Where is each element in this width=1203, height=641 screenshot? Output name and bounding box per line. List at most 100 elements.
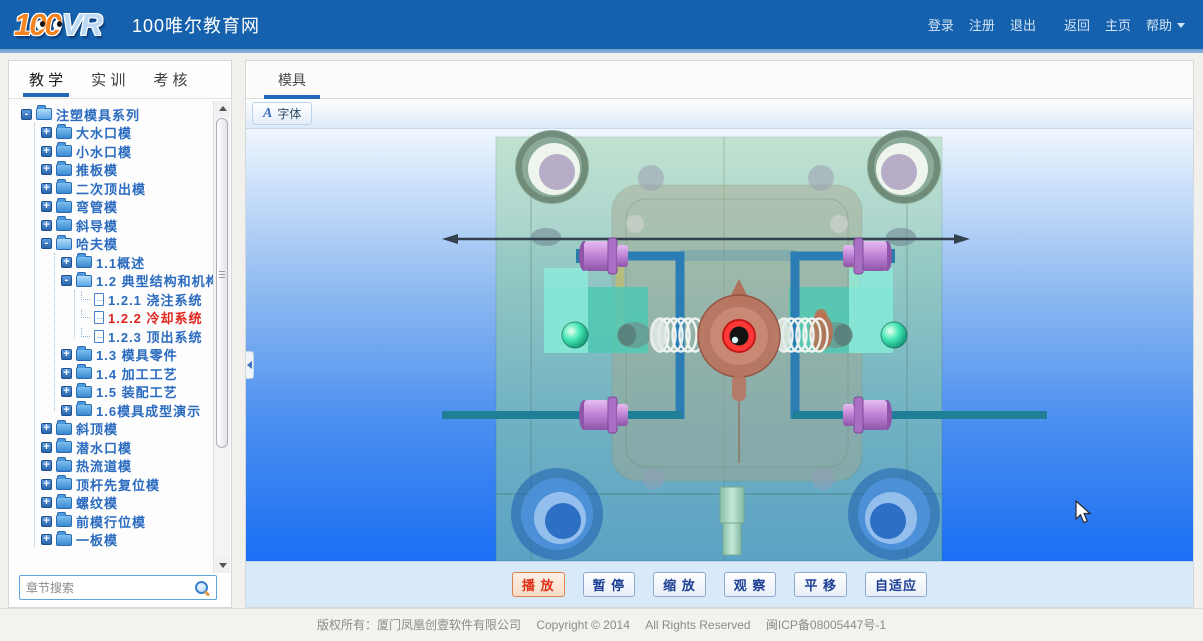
tree-node-icon xyxy=(56,534,72,546)
tree-node[interactable]: 顶杆先复位模 xyxy=(9,475,214,494)
viewer-control-button[interactable]: 平 移 xyxy=(794,572,847,597)
tree-node[interactable]: 斜导模 xyxy=(9,216,214,235)
top-nav: 登录 注册 退出 返回 主页 帮助 xyxy=(928,15,1185,34)
tree-node-label: 斜顶模 xyxy=(76,419,118,438)
tree-node-label: 哈夫模 xyxy=(76,234,118,253)
tree-expander-icon[interactable] xyxy=(41,534,52,545)
viewer-control-button[interactable]: 播 放 xyxy=(512,572,565,597)
content-tabbar: 模具 xyxy=(246,61,1193,99)
tree-node[interactable]: 哈夫模 xyxy=(9,235,214,254)
sidebar-tab[interactable]: 实 训 xyxy=(89,63,127,96)
tree-node-label: 推板模 xyxy=(76,160,118,179)
tree-expander-icon[interactable] xyxy=(41,238,52,249)
tree-node[interactable]: 1.2.3 顶出系统 xyxy=(9,327,214,346)
tree-node[interactable]: 二次顶出模 xyxy=(9,179,214,198)
tree-expander-icon[interactable] xyxy=(21,109,32,120)
viewer-control-button[interactable]: 观 察 xyxy=(724,572,777,597)
scrollbar-thumb[interactable] xyxy=(216,118,228,448)
tree-expander-icon[interactable] xyxy=(61,368,72,379)
scrollbar-down-icon[interactable] xyxy=(215,558,230,573)
tree-node-label: 二次顶出模 xyxy=(76,179,146,198)
scrollbar-up-icon[interactable] xyxy=(215,101,230,116)
top-nav-link[interactable]: 退出 xyxy=(1010,15,1036,34)
tree-expander-icon[interactable] xyxy=(41,516,52,527)
tree-node-label: 前模行位模 xyxy=(76,512,146,531)
tree-expander-icon[interactable] xyxy=(41,146,52,157)
tree-node[interactable]: 推板模 xyxy=(9,161,214,180)
sidebar-collapse-handle[interactable] xyxy=(246,351,254,379)
tree-expander-icon[interactable] xyxy=(61,405,72,416)
tree-node-label: 1.6模具成型演示 xyxy=(96,401,201,420)
tree-node-label: 小水口模 xyxy=(76,142,132,161)
top-nav-link[interactable]: 主页 xyxy=(1105,15,1131,34)
chapter-search-input[interactable] xyxy=(26,581,194,595)
tree-node-label: 1.1概述 xyxy=(96,253,145,272)
sidebar-tab[interactable]: 考 核 xyxy=(151,63,189,96)
top-nav-link[interactable]: 注册 xyxy=(969,15,995,34)
viewer-control-button[interactable]: 暂 停 xyxy=(583,572,636,597)
tree-node-icon xyxy=(56,423,72,435)
top-nav-link[interactable]: 返回 xyxy=(1064,15,1090,34)
tree-expander-icon[interactable] xyxy=(41,220,52,231)
tree-expander-icon[interactable] xyxy=(61,386,72,397)
tree-expander-icon[interactable] xyxy=(41,127,52,138)
tree-scrollbar[interactable] xyxy=(213,101,230,573)
tree-expander-icon[interactable] xyxy=(61,349,72,360)
tree-node[interactable]: 1.2 典型结构和机构 xyxy=(9,272,214,291)
tree-node[interactable]: 斜顶模 xyxy=(9,420,214,439)
site-logo[interactable]: 100 VR xyxy=(14,6,122,44)
tree-node-label: 热流道模 xyxy=(76,456,132,475)
search-icon[interactable] xyxy=(194,580,210,596)
tree-node[interactable]: 1.2.2 冷却系统 xyxy=(9,309,214,328)
tree-node[interactable]: 螺纹模 xyxy=(9,494,214,513)
tree-node[interactable]: 1.6模具成型演示 xyxy=(9,401,214,420)
tree-node[interactable]: 注塑模具系列 xyxy=(9,105,214,124)
top-nav-link[interactable]: 帮助 xyxy=(1146,15,1185,34)
viewer-toolbar: A 字体 xyxy=(246,99,1193,129)
tree-node[interactable]: 1.3 模具零件 xyxy=(9,346,214,365)
tree-expander-icon[interactable] xyxy=(41,164,52,175)
page-footer: 版权所有：厦门凤凰创壹软件有限公司 Copyright © 2014 All R… xyxy=(0,608,1203,641)
tree-expander-icon[interactable] xyxy=(61,257,72,268)
tree-node-icon xyxy=(56,145,72,157)
top-nav-link[interactable]: 登录 xyxy=(928,15,954,34)
viewer-3d[interactable] xyxy=(246,129,1193,561)
tree-expander-icon[interactable] xyxy=(81,328,90,337)
tree-expander-icon[interactable] xyxy=(41,201,52,212)
tree-expander-icon[interactable] xyxy=(61,275,72,286)
tree-node-label: 一板模 xyxy=(76,530,118,549)
sidebar-tab[interactable]: 教 学 xyxy=(27,63,65,96)
tree-node[interactable]: 大水口模 xyxy=(9,124,214,143)
tree-node-label: 1.2.1 浇注系统 xyxy=(108,290,203,309)
tree-node[interactable]: 潜水口模 xyxy=(9,438,214,457)
font-button[interactable]: A 字体 xyxy=(252,102,312,125)
tree-expander-icon[interactable] xyxy=(41,479,52,490)
viewer-control-button[interactable]: 缩 放 xyxy=(653,572,706,597)
tree-expander-icon[interactable] xyxy=(41,460,52,471)
tree-expander-icon[interactable] xyxy=(41,497,52,508)
tree-node[interactable]: 1.1概述 xyxy=(9,253,214,272)
tree-expander-icon[interactable] xyxy=(81,309,90,318)
tree-node[interactable]: 1.4 加工工艺 xyxy=(9,364,214,383)
chapter-search-box xyxy=(19,575,217,600)
mold-3d-view[interactable] xyxy=(246,129,1193,561)
tree-expander-icon[interactable] xyxy=(41,442,52,453)
tree-expander-icon[interactable] xyxy=(41,423,52,434)
viewer-control-button[interactable]: 自适应 xyxy=(865,572,927,597)
tab-mold[interactable]: 模具 xyxy=(264,62,320,98)
tree-node-icon xyxy=(76,367,92,379)
tree-node[interactable]: 热流道模 xyxy=(9,457,214,476)
tree-node[interactable]: 1.5 装配工艺 xyxy=(9,383,214,402)
mouse-cursor xyxy=(1075,500,1092,524)
logo-eye-icon xyxy=(36,20,45,30)
tree-node[interactable]: 小水口模 xyxy=(9,142,214,161)
chapter-tree: 注塑模具系列 大水口模 小水口模 推板模 xyxy=(9,105,214,567)
tree-node[interactable]: 前模行位模 xyxy=(9,512,214,531)
tree-node[interactable]: 一板模 xyxy=(9,531,214,550)
tree-node-label: 1.2 典型结构和机构 xyxy=(96,271,214,290)
tree-node-icon xyxy=(36,108,52,120)
tree-expander-icon[interactable] xyxy=(81,291,90,300)
tree-expander-icon[interactable] xyxy=(41,183,52,194)
tree-node[interactable]: 弯管模 xyxy=(9,198,214,217)
tree-node[interactable]: 1.2.1 浇注系统 xyxy=(9,290,214,309)
